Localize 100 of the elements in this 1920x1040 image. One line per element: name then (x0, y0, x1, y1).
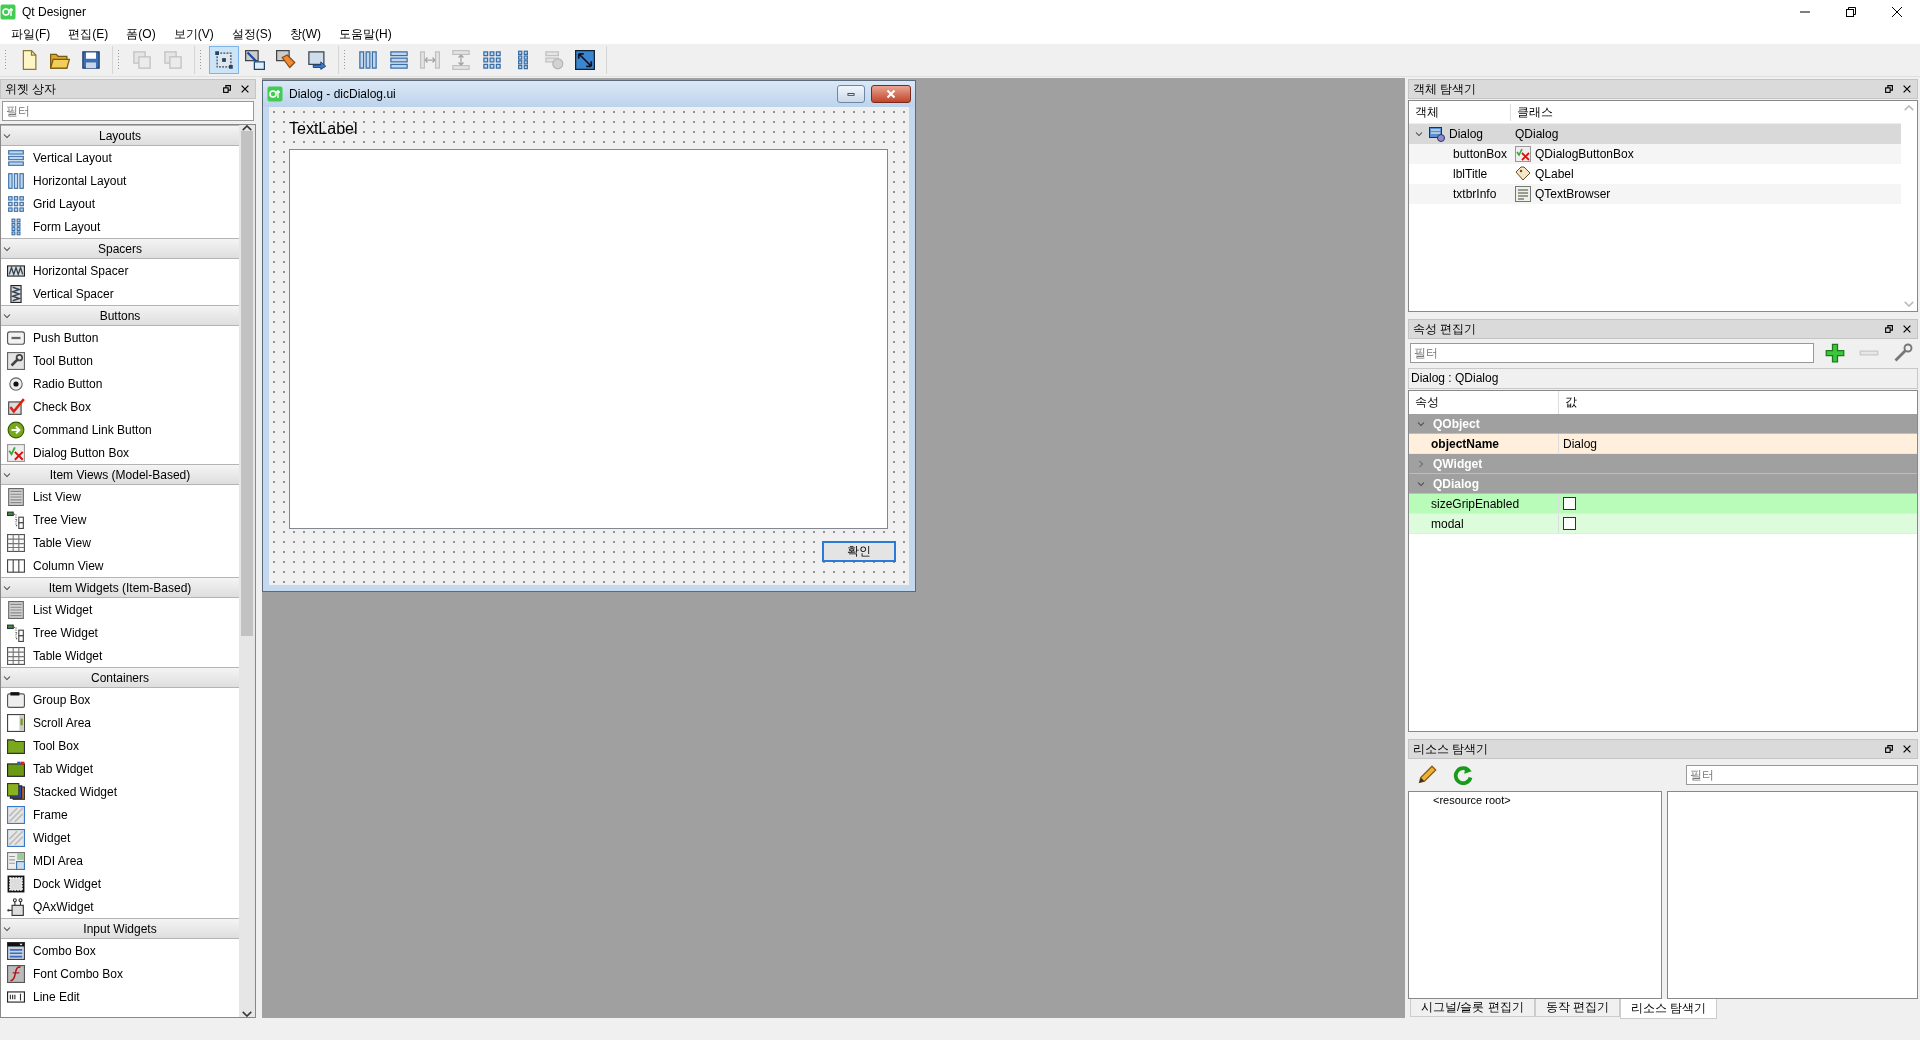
widget-item[interactable]: List Widget (1, 598, 239, 621)
scroll-down-icon[interactable] (242, 1011, 252, 1017)
column-header[interactable]: 값 (1559, 394, 1577, 411)
folder-icon (7, 736, 25, 755)
tab[interactable]: 리소스 탐색기 (1620, 999, 1718, 1019)
group-box-icon (7, 690, 25, 709)
stacked-pages-icon (7, 782, 25, 801)
widget-item[interactable]: Radio Button (1, 372, 239, 395)
checkbox[interactable] (1563, 517, 1576, 530)
float-icon[interactable] (221, 83, 233, 95)
object-class-label: Dialog : QDialog (1408, 368, 1918, 389)
radio-icon (7, 374, 25, 393)
widget-item[interactable]: Check Box (1, 395, 239, 418)
category-header[interactable]: Layouts (1, 125, 239, 146)
widget-item[interactable]: Widget (1, 826, 239, 849)
widget-item[interactable]: Tool Box (1, 734, 239, 757)
widget-item[interactable]: Line Edit (1, 985, 239, 1008)
close-icon[interactable] (1901, 83, 1913, 95)
menu-item[interactable]: 설정(S) (222, 24, 281, 44)
category-header[interactable]: Input Widgets (1, 918, 239, 939)
category-header[interactable]: Item Widgets (Item-Based) (1, 577, 239, 598)
widget-item[interactable]: MDI Area (1, 849, 239, 872)
hatched-frame-icon (7, 828, 25, 847)
menu-item[interactable]: 편집(E) (59, 24, 118, 44)
close-icon[interactable] (239, 83, 251, 95)
widget-item[interactable]: List View (1, 485, 239, 508)
widget-item[interactable]: Grid Layout (1, 192, 239, 215)
vertical-spring-icon (7, 284, 25, 303)
widget-item[interactable]: Vertical Spacer (1, 282, 239, 305)
float-icon[interactable] (1883, 743, 1895, 755)
box-arrow-icon (307, 50, 327, 70)
break-layout-icon (544, 50, 564, 70)
menu-item[interactable]: 창(W) (280, 24, 330, 44)
widget-item[interactable]: Combo Box (1, 939, 239, 962)
widget-item[interactable]: Horizontal Spacer (1, 259, 239, 282)
object-name: txtbrInfo (1453, 187, 1497, 201)
widget-item[interactable]: Stacked Widget (1, 780, 239, 803)
tool-button[interactable] (209, 46, 239, 74)
category-header[interactable]: Item Views (Model-Based) (1, 464, 239, 485)
menu-item[interactable]: 폼(O) (117, 24, 165, 44)
float-icon[interactable] (1883, 83, 1895, 95)
pencil-icon (1417, 765, 1437, 785)
toolbar-grip (343, 49, 346, 71)
toolbar-grip (4, 49, 7, 71)
category-header[interactable]: Containers (1, 667, 239, 688)
widget-item[interactable]: Push Button (1, 326, 239, 349)
filter-field[interactable]: 필터 (1686, 765, 1918, 785)
category-header[interactable]: Buttons (1, 305, 239, 326)
close-button[interactable] (871, 85, 911, 103)
widget-item[interactable]: Scroll Area (1, 711, 239, 734)
tab[interactable]: 동작 편집기 (1534, 999, 1620, 1017)
widget-item[interactable]: Font Combo Box (1, 962, 239, 985)
widget-item[interactable]: Tab Widget (1, 757, 239, 780)
dock-title: 리소스 탐색기 (1413, 740, 1490, 758)
tab[interactable]: 시그널/슬롯 편집기 (1410, 999, 1535, 1017)
widget-item[interactable]: Table View (1, 531, 239, 554)
plug-icon (7, 897, 25, 916)
widget-item[interactable]: Horizontal Layout (1, 169, 239, 192)
float-icon[interactable] (1883, 323, 1895, 335)
menu-item[interactable]: 보기(V) (164, 24, 223, 44)
tree-row[interactable]: Dialog QDialog (1409, 124, 1901, 144)
add-icon (1825, 343, 1845, 363)
category-header[interactable]: Spacers (1, 238, 239, 259)
widget-item[interactable]: Group Box (1, 688, 239, 711)
tree-row[interactable]: lblTitle QLabel (1409, 164, 1901, 184)
menu-item[interactable]: 파일(F) (2, 24, 60, 44)
check-cross-icon (7, 443, 25, 462)
scrollbar[interactable] (239, 125, 255, 1017)
widget-item[interactable]: Frame (1, 803, 239, 826)
column-header[interactable]: 객체 (1409, 103, 1511, 121)
tree-item[interactable]: <resource root> (1409, 794, 1511, 806)
dock-title: 객체 탐색기 (1413, 80, 1478, 98)
widget-item[interactable]: Tree Widget (1, 621, 239, 644)
tree-row[interactable]: buttonBox QDialogButtonBox (1409, 144, 1901, 164)
property-value[interactable]: Dialog (1559, 436, 1598, 451)
widget-item[interactable]: Vertical Layout (1, 146, 239, 169)
ok-button[interactable]: 확인 (822, 541, 896, 562)
widget-item[interactable]: Command Link Button (1, 418, 239, 441)
checkbox[interactable] (1563, 497, 1576, 510)
column-header[interactable]: 클래스 (1511, 103, 1553, 121)
filter-field[interactable]: 필터 (1410, 343, 1814, 363)
column-view-icon (7, 556, 25, 575)
close-icon[interactable] (1901, 743, 1913, 755)
widget-item[interactable]: Table Widget (1, 644, 239, 667)
widget-item[interactable]: Dialog Button Box (1, 441, 239, 464)
widget-item[interactable]: QAxWidget (1, 895, 239, 918)
menu-item[interactable]: 도움말(H) (330, 24, 401, 44)
widget-item[interactable]: Dock Widget (1, 872, 239, 895)
widget-item[interactable]: Tool Button (1, 349, 239, 372)
minimize-button[interactable] (837, 85, 865, 103)
close-icon[interactable] (1901, 323, 1913, 335)
widget-arrow-icon (245, 50, 265, 70)
widget-item[interactable]: Column View (1, 554, 239, 577)
widget-item[interactable]: Form Layout (1, 215, 239, 238)
tree-row[interactable]: txtbrInfo QTextBrowser (1409, 184, 1901, 204)
scroll-up-icon[interactable] (242, 125, 252, 131)
text-label: TextLabel (289, 119, 358, 139)
widget-item[interactable]: Tree View (1, 508, 239, 531)
filter-field[interactable]: 필터 (2, 101, 254, 121)
text-page-icon (1515, 186, 1531, 202)
